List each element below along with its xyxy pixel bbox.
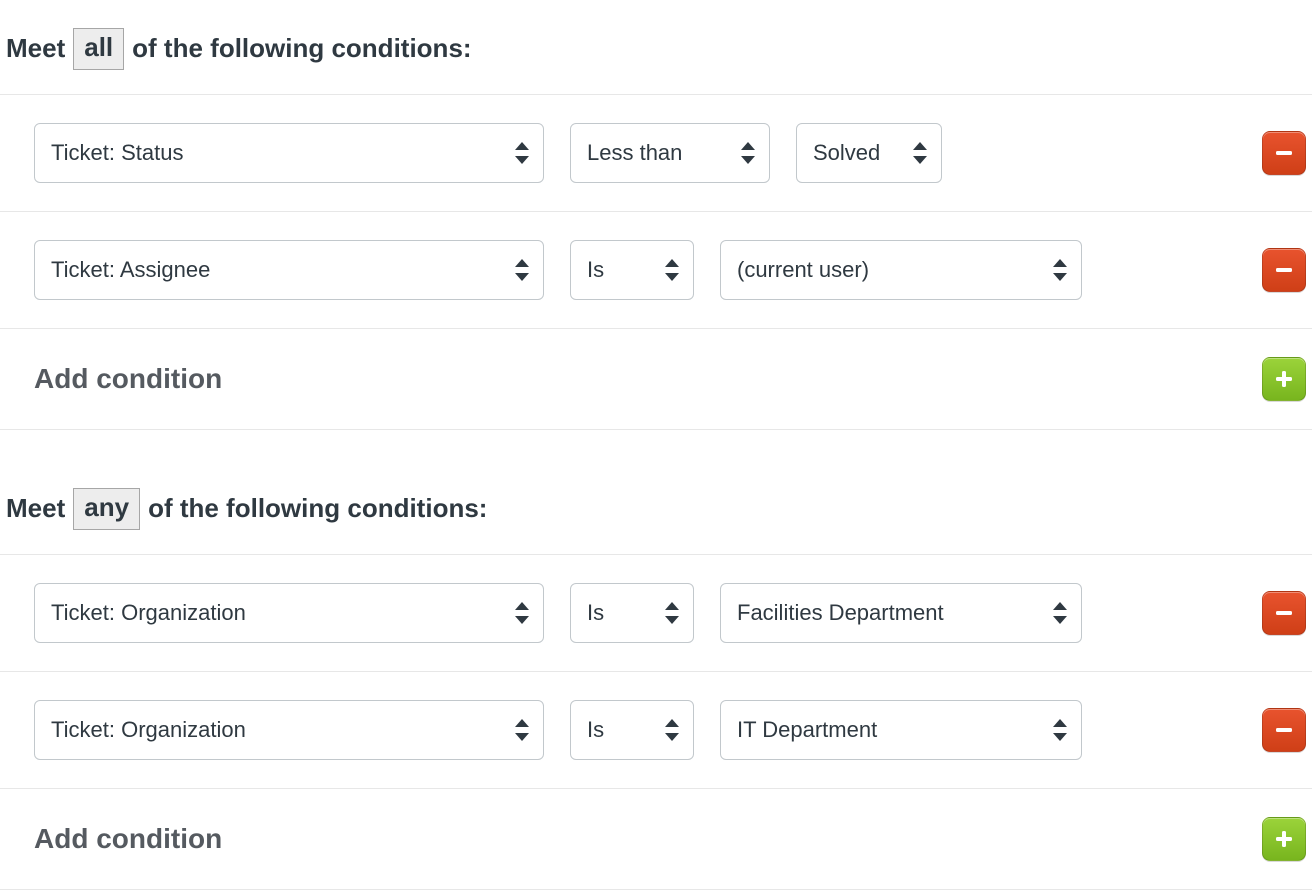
value-select-value: Solved [813,140,880,166]
conditions-any-header: Meet any of the following conditions: [0,460,1312,554]
operator-select-value: Is [587,717,604,743]
header-suffix: of the following conditions: [148,493,487,524]
value-select[interactable]: Solved [796,123,942,183]
plus-icon [1273,368,1295,390]
value-select-value: Facilities Department [737,600,944,626]
plus-icon [1273,828,1295,850]
updown-icon [665,719,679,741]
operator-select[interactable]: Less than [570,123,770,183]
condition-row: Ticket: Organization Is IT Department [0,671,1312,789]
field-select-value: Ticket: Organization [51,600,246,626]
match-mode-chip: any [73,488,140,530]
operator-select-value: Less than [587,140,682,166]
value-select[interactable]: IT Department [720,700,1082,760]
header-prefix: Meet [6,33,65,64]
operator-select-value: Is [587,600,604,626]
field-select[interactable]: Ticket: Organization [34,700,544,760]
remove-condition-button[interactable] [1262,591,1306,635]
header-prefix: Meet [6,493,65,524]
updown-icon [515,719,529,741]
remove-condition-button[interactable] [1262,708,1306,752]
minus-icon [1273,259,1295,281]
add-condition-button[interactable] [1262,817,1306,861]
updown-icon [741,142,755,164]
match-mode-chip: all [73,28,124,70]
condition-row: Ticket: Assignee Is (current user) [0,211,1312,329]
remove-condition-button[interactable] [1262,131,1306,175]
updown-icon [665,602,679,624]
operator-select[interactable]: Is [570,700,694,760]
add-condition-label: Add condition [34,823,222,855]
field-select-value: Ticket: Organization [51,717,246,743]
add-condition-label: Add condition [34,363,222,395]
operator-select-value: Is [587,257,604,283]
field-select-value: Ticket: Assignee [51,257,210,283]
header-suffix: of the following conditions: [132,33,471,64]
updown-icon [1053,259,1067,281]
field-select[interactable]: Ticket: Assignee [34,240,544,300]
minus-icon [1273,142,1295,164]
operator-select[interactable]: Is [570,240,694,300]
value-select[interactable]: Facilities Department [720,583,1082,643]
condition-row: Ticket: Status Less than Solved [0,94,1312,211]
value-select[interactable]: (current user) [720,240,1082,300]
value-select-value: IT Department [737,717,877,743]
minus-icon [1273,602,1295,624]
updown-icon [665,259,679,281]
field-select[interactable]: Ticket: Organization [34,583,544,643]
updown-icon [515,602,529,624]
operator-select[interactable]: Is [570,583,694,643]
add-condition-button[interactable] [1262,357,1306,401]
value-select-value: (current user) [737,257,869,283]
updown-icon [515,259,529,281]
spacer [0,430,1312,460]
condition-row: Ticket: Organization Is Facilities Depar… [0,554,1312,671]
updown-icon [515,142,529,164]
minus-icon [1273,719,1295,741]
remove-condition-button[interactable] [1262,248,1306,292]
add-condition-row: Add condition [0,789,1312,890]
updown-icon [1053,719,1067,741]
add-condition-row: Add condition [0,329,1312,430]
updown-icon [913,142,927,164]
field-select[interactable]: Ticket: Status [34,123,544,183]
updown-icon [1053,602,1067,624]
field-select-value: Ticket: Status [51,140,183,166]
conditions-all-header: Meet all of the following conditions: [0,0,1312,94]
